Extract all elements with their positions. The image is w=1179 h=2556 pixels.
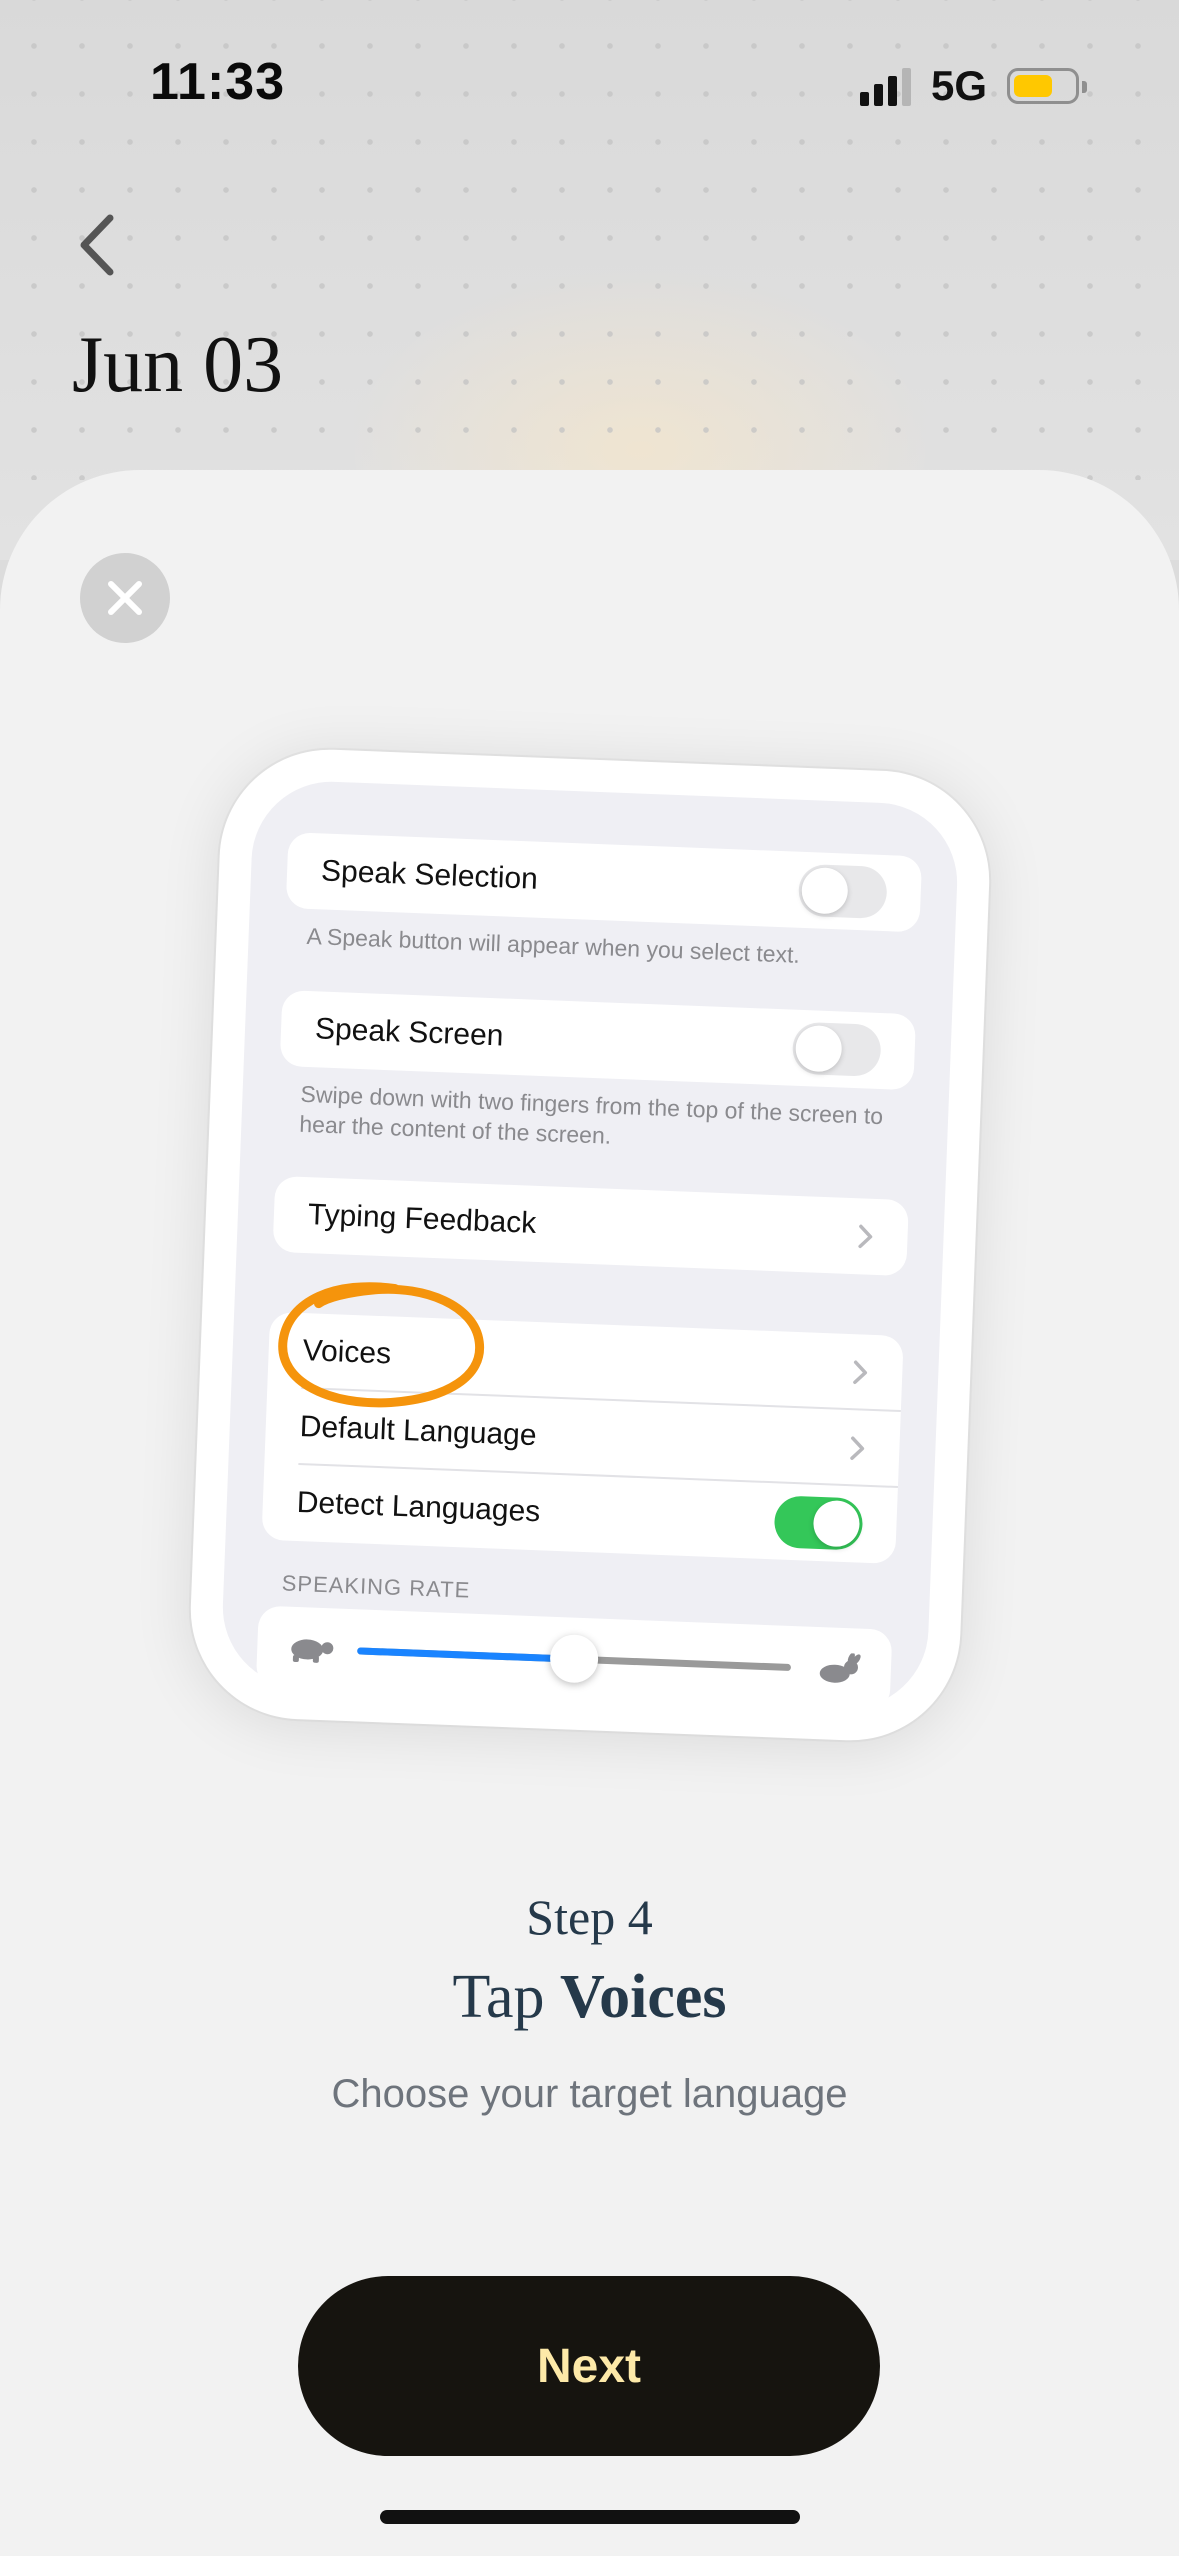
step-label: Step 4 [526, 1889, 653, 1945]
close-button[interactable] [80, 553, 170, 643]
typing-feedback-row: Typing Feedback [273, 1176, 909, 1276]
speaking-rate-label: SPEAKING RATE [281, 1570, 471, 1603]
voices-highlight-circle [278, 1282, 485, 1408]
phone-screen: Speak Selection A Speak button will appe… [219, 778, 961, 1712]
turtle-icon [291, 1639, 334, 1663]
speak-selection-row: Speak Selection [286, 832, 922, 932]
chevron-left-icon[interactable] [72, 210, 122, 280]
speak-screen-label: Speak Screen [314, 1012, 505, 1053]
step-title: Tap Voices [0, 1962, 1179, 2033]
speak-selection-footnote: A Speak button will appear when you sele… [306, 922, 801, 968]
speak-screen-footnote: Swipe down with two fingers from the top… [298, 1080, 884, 1149]
chevron-right-icon [853, 1360, 868, 1385]
speaking-rate-card [255, 1605, 893, 1712]
battery-icon [1007, 68, 1087, 104]
settings-illustration: Speak Selection A Speak button will appe… [175, 730, 1005, 1760]
typing-feedback-card: Typing Feedback [272, 1175, 909, 1277]
speak-selection-card: Speak Selection [285, 832, 923, 933]
chevron-right-icon [858, 1224, 873, 1249]
step-title-prefix: Tap [452, 1963, 545, 2031]
speak-screen-card: Speak Screen [279, 990, 917, 1091]
phone-frame: Speak Selection A Speak button will appe… [186, 745, 994, 1745]
speak-screen-toggle [791, 1021, 882, 1077]
step-subtitle: Choose your target language [331, 2072, 848, 2116]
speak-selection-label: Speak Selection [320, 854, 539, 896]
detect-languages-label: Detect Languages [296, 1485, 541, 1529]
network-type: 5G [930, 62, 987, 109]
speak-screen-row: Speak Screen [280, 990, 916, 1090]
signal-icon [859, 66, 911, 106]
rabbit-icon [819, 1652, 861, 1683]
speak-selection-toggle [797, 863, 888, 920]
home-indicator [380, 2510, 800, 2524]
next-button[interactable]: Next [298, 2276, 880, 2456]
detect-languages-toggle [773, 1495, 864, 1551]
typing-feedback-label: Typing Feedback [307, 1198, 537, 1240]
close-icon [108, 581, 142, 615]
status-time: 11:33 [150, 53, 286, 111]
status-indicators: 5G [859, 62, 1087, 110]
page-title: Jun 03 [72, 321, 284, 409]
speaking-rate-slider [256, 1606, 893, 1712]
step-title-bold: Voices [560, 1963, 727, 2031]
speaking-rate-track [357, 1633, 792, 1684]
chevron-right-icon [850, 1436, 865, 1460]
slider-thumb [549, 1633, 600, 1684]
